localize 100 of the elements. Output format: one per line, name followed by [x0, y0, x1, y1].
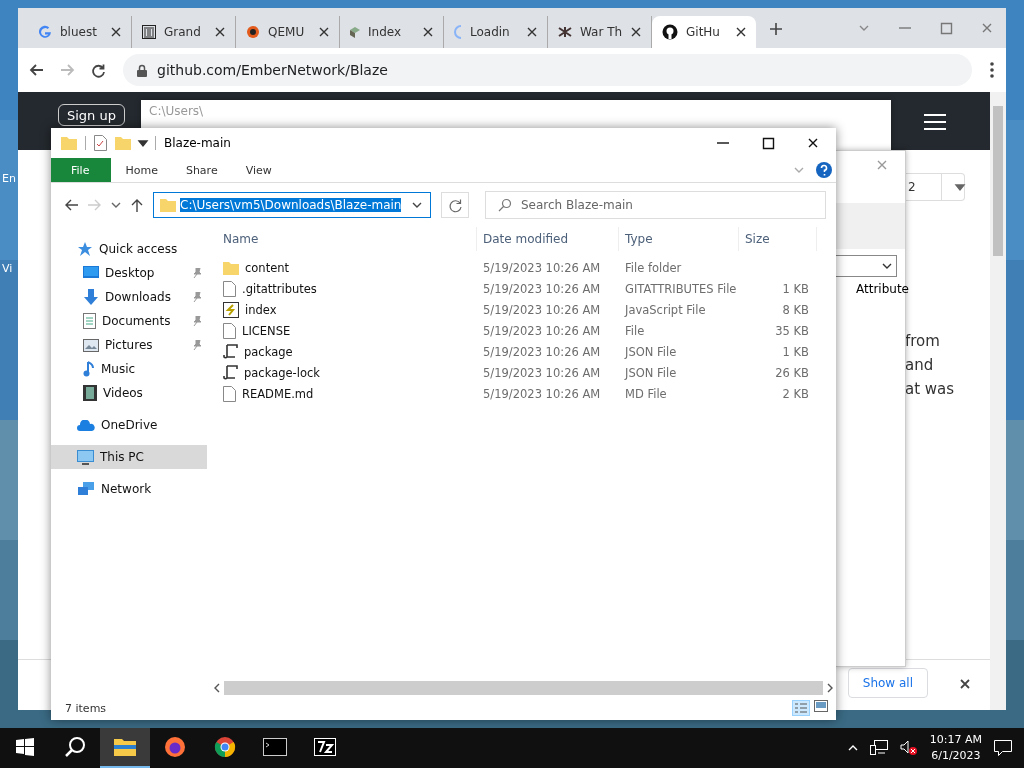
sign-up-button[interactable]: Sign up — [58, 104, 125, 126]
properties-icon[interactable] — [94, 135, 107, 151]
chevron-icon — [882, 263, 892, 269]
table-cell-text: 5/19/2023 10:26 AM — [482, 365, 602, 380]
back-icon[interactable] — [30, 64, 43, 76]
scrollbar[interactable] — [990, 92, 1006, 710]
table-cell-text: JSON File — [623, 344, 678, 359]
window-title: C:\Users\ — [149, 104, 204, 118]
notification-icon[interactable] — [994, 740, 1012, 756]
close-tab-icon[interactable] — [319, 27, 329, 37]
dialog-panel — [836, 203, 905, 249]
columns-icon — [142, 25, 156, 39]
pin-icon[interactable] — [193, 268, 202, 278]
table-cell-text: File — [624, 323, 646, 338]
close-tab-icon[interactable] — [736, 27, 746, 37]
table-cell-text: 1 KB — [781, 344, 810, 359]
muted-speaker-icon[interactable] — [899, 740, 918, 756]
number-field[interactable]: 2 — [906, 173, 965, 201]
search-field[interactable]: Search Blaze-main — [485, 191, 826, 219]
menu-icon[interactable] — [924, 114, 946, 130]
nav-item[interactable]: This PC — [51, 445, 207, 469]
firefox-icon — [164, 736, 186, 758]
close-icon[interactable] — [960, 679, 970, 689]
ribbon-tab[interactable]: Share — [171, 158, 232, 182]
back-icon[interactable] — [65, 199, 78, 211]
close-tab-icon[interactable] — [423, 27, 433, 37]
nav-item[interactable]: Documents — [51, 309, 207, 333]
desktop-icon — [83, 266, 99, 280]
spinner-icon — [454, 25, 462, 39]
film-icon — [83, 385, 97, 401]
scroll-icon — [223, 343, 238, 360]
kebab-menu-icon[interactable] — [990, 62, 994, 78]
thumbnail-view-icon[interactable] — [814, 700, 828, 712]
column-header[interactable]: Name — [215, 227, 477, 251]
ribbon-tab[interactable]: Home — [111, 158, 172, 182]
close-tab-icon[interactable] — [111, 27, 121, 37]
file-icon — [223, 385, 236, 402]
lock-icon — [137, 63, 147, 77]
file-icon — [223, 280, 236, 297]
page-text: at was — [905, 380, 955, 398]
scroll-icon — [223, 364, 238, 381]
taskbar-app[interactable] — [100, 728, 150, 768]
file-icon — [223, 322, 236, 339]
page-text: and — [905, 356, 934, 374]
scroll-right-icon[interactable] — [827, 684, 832, 692]
browser-tab[interactable]: GitHu — [652, 16, 756, 48]
reload-icon[interactable] — [92, 63, 105, 77]
chrome-icon — [214, 736, 236, 758]
file-name[interactable]: package — [215, 343, 477, 360]
maximize-icon[interactable] — [763, 137, 774, 149]
column-header[interactable]: Type — [619, 227, 739, 251]
nav-item[interactable]: Pictures — [51, 333, 207, 357]
recent-icon[interactable] — [111, 202, 121, 208]
new-tab-icon[interactable] — [770, 23, 782, 35]
scroll-left-icon[interactable] — [215, 684, 220, 692]
address-field[interactable]: C:\Users\vm5\Downloads\Blaze-main — [153, 192, 431, 218]
table-cell-text: 1 KB — [781, 281, 810, 296]
file-name[interactable]: content — [215, 260, 477, 275]
nav-item[interactable]: Videos — [51, 381, 207, 405]
help-icon[interactable] — [816, 162, 832, 178]
file-name[interactable]: package-lock — [215, 364, 477, 381]
nav-item[interactable]: Downloads — [51, 285, 207, 309]
table-cell-text: GITATTRIBUTES File — [624, 281, 738, 296]
file-name[interactable]: LICENSE — [215, 322, 477, 339]
show-all-button[interactable]: Show all — [847, 668, 928, 698]
close-icon[interactable] — [808, 138, 818, 148]
column-header[interactable]: Date modified — [477, 227, 619, 251]
nav-item[interactable]: Quick access — [51, 237, 207, 261]
nav-item[interactable]: OneDrive — [51, 413, 207, 437]
column-header[interactable]: Size — [739, 227, 817, 251]
caret-icon[interactable] — [139, 140, 147, 146]
ribbon-tab[interactable]: View — [231, 158, 286, 182]
status-text: 7 items — [65, 701, 107, 715]
nav-item[interactable]: Network — [51, 477, 207, 501]
refresh-button[interactable] — [441, 192, 469, 218]
up-icon[interactable] — [131, 198, 143, 212]
file-name[interactable]: README.md — [215, 385, 477, 402]
pin-icon[interactable] — [193, 340, 202, 350]
close-tab-icon[interactable] — [631, 27, 641, 37]
nav-item[interactable]: Desktop — [51, 261, 207, 285]
file-name[interactable]: index — [215, 301, 477, 318]
scrollbar-thumb[interactable] — [224, 681, 823, 695]
close-tab-icon[interactable] — [527, 27, 537, 37]
pin-icon[interactable] — [193, 292, 202, 302]
nav-item[interactable]: Music — [51, 357, 207, 381]
table-cell-text: 5/19/2023 10:26 AM — [482, 386, 602, 401]
document-icon — [83, 313, 96, 329]
table-cell-text: 8 KB — [781, 302, 810, 317]
table-cell-text: 5/19/2023 10:26 AM — [482, 302, 602, 317]
table-cell-text: 5/19/2023 10:26 AM — [482, 260, 602, 275]
caret-icon[interactable] — [956, 184, 964, 190]
table-cell-text: 2 KB — [781, 386, 810, 401]
clock[interactable]: 10:17 AM 6/1/2023 — [929, 732, 982, 764]
network-icon[interactable] — [869, 740, 888, 756]
folder-icon — [61, 136, 77, 150]
address-bar[interactable]: github.com/EmberNetwork/Blaze — [123, 54, 972, 86]
file-name[interactable]: .gitattributes — [215, 280, 477, 297]
star-icon — [77, 241, 93, 257]
close-tab-icon[interactable] — [215, 27, 225, 37]
pin-icon[interactable] — [193, 316, 202, 326]
